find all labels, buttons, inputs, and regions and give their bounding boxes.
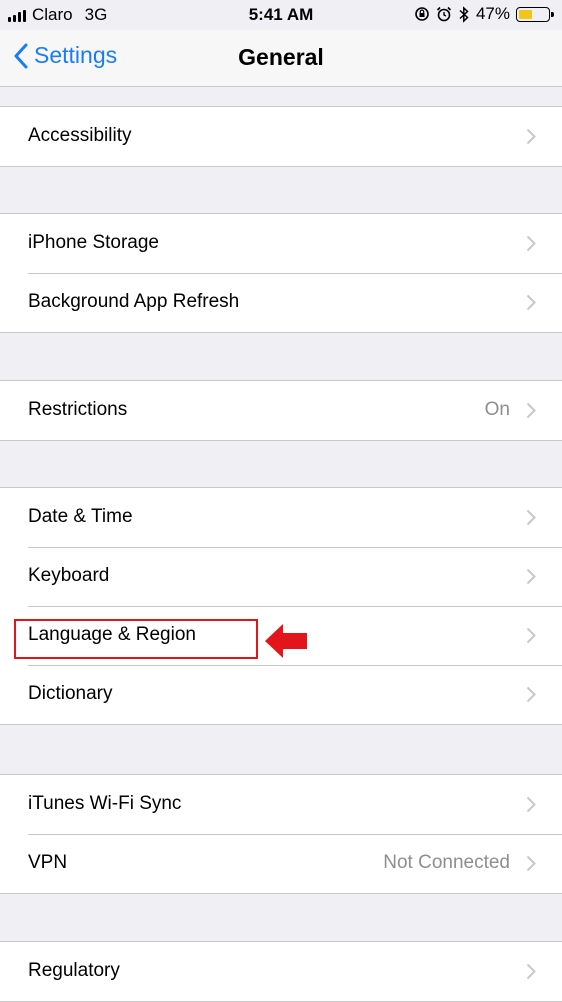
row-keyboard[interactable]: Keyboard: [0, 547, 562, 606]
settings-group-storage: iPhone Storage Background App Refresh: [0, 213, 562, 333]
status-right: 47%: [414, 4, 554, 24]
chevron-right-icon: [526, 402, 536, 419]
row-label: Restrictions: [28, 399, 128, 420]
rotation-lock-icon: [415, 7, 429, 21]
battery-percent: 47%: [475, 4, 510, 23]
status-bar: Claro 3G 5:41 AM 47%: [0, 0, 562, 30]
row-label: Background App Refresh: [28, 291, 240, 312]
row-iphone-storage[interactable]: iPhone Storage: [0, 214, 562, 273]
row-label: Keyboard: [28, 565, 110, 586]
battery-icon: [516, 6, 554, 22]
row-label: VPN: [28, 852, 68, 873]
chevron-right-icon: [526, 235, 536, 252]
settings-group-restrictions: Restrictions On: [0, 380, 562, 441]
row-value: On: [484, 399, 510, 420]
alarm-clock-icon: [436, 6, 452, 22]
row-restrictions[interactable]: Restrictions On: [0, 381, 562, 440]
row-label: Dictionary: [28, 683, 113, 704]
row-background-app-refresh[interactable]: Background App Refresh: [0, 273, 562, 332]
row-label: Date & Time: [28, 506, 133, 527]
arrow-left-icon: [265, 624, 307, 658]
row-regulatory[interactable]: Regulatory: [0, 942, 562, 1001]
settings-group-accessibility: Accessibility: [0, 106, 562, 167]
chevron-right-icon: [526, 963, 536, 980]
row-label: Accessibility: [28, 125, 132, 146]
row-dictionary[interactable]: Dictionary: [0, 665, 562, 724]
chevron-right-icon: [526, 294, 536, 311]
settings-group-sync: iTunes Wi-Fi Sync VPN Not Connected: [0, 774, 562, 894]
chevron-right-icon: [526, 509, 536, 526]
row-label: Regulatory: [28, 960, 120, 981]
chevron-right-icon: [526, 686, 536, 703]
row-label: iPhone Storage: [28, 232, 159, 253]
navigation-bar: Settings General: [0, 30, 562, 87]
chevron-right-icon: [526, 128, 536, 145]
bluetooth-icon: [459, 5, 469, 23]
chevron-right-icon: [526, 568, 536, 585]
row-vpn[interactable]: VPN Not Connected: [0, 834, 562, 893]
page-title: General: [238, 44, 324, 70]
chevron-right-icon: [526, 796, 536, 813]
row-value: Not Connected: [383, 852, 510, 873]
settings-group-regulatory: Regulatory: [0, 941, 562, 1002]
row-accessibility[interactable]: Accessibility: [0, 107, 562, 166]
row-date-time[interactable]: Date & Time: [0, 488, 562, 547]
battery-level: [519, 9, 532, 19]
row-label: iTunes Wi-Fi Sync: [28, 793, 182, 814]
row-itunes-wifi-sync[interactable]: iTunes Wi-Fi Sync: [0, 775, 562, 834]
highlight-box: [14, 619, 258, 659]
settings-group-locale: Date & Time Keyboard Language & Region D…: [0, 487, 562, 725]
chevron-right-icon: [526, 855, 536, 872]
chevron-right-icon: [526, 627, 536, 644]
